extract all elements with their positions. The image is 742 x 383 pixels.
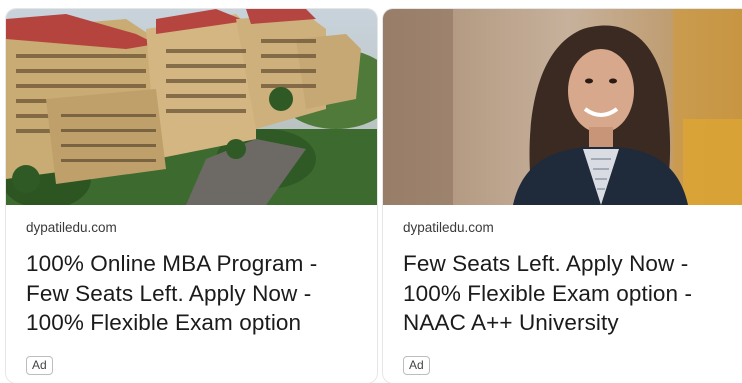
- student-portrait-image[interactable]: [383, 9, 742, 205]
- advertiser-domain[interactable]: dypatiledu.com: [403, 219, 734, 237]
- ad-headline[interactable]: Few Seats Left. Apply Now - 100% Flexibl…: [403, 249, 734, 338]
- ad-label-badge: Ad: [26, 355, 53, 375]
- ad-card-body: dypatiledu.com Few Seats Left. Apply Now…: [383, 205, 742, 375]
- ad-headline[interactable]: 100% Online MBA Program - Few Seats Left…: [26, 249, 357, 338]
- headline-line: Few Seats Left. Apply Now -: [26, 280, 312, 306]
- headline-line: NAAC A++ University: [403, 310, 619, 335]
- campus-aerial-image[interactable]: [6, 9, 377, 205]
- ad-feed: dypatiledu.com 100% Online MBA Program -…: [0, 0, 742, 383]
- ad-card-flexible-exam[interactable]: dypatiledu.com Few Seats Left. Apply Now…: [383, 9, 742, 383]
- headline-line: 100% Online MBA Program -: [26, 251, 318, 276]
- ad-card-mba-program[interactable]: dypatiledu.com 100% Online MBA Program -…: [6, 9, 377, 383]
- ad-card-body: dypatiledu.com 100% Online MBA Program -…: [6, 205, 377, 375]
- headline-line: 100% Flexible Exam option: [26, 310, 302, 335]
- advertiser-domain[interactable]: dypatiledu.com: [26, 219, 357, 237]
- headline-line: Few Seats Left. Apply Now -: [403, 251, 689, 276]
- ad-label-badge: Ad: [403, 355, 430, 375]
- headline-line: 100% Flexible Exam option -: [403, 280, 693, 306]
